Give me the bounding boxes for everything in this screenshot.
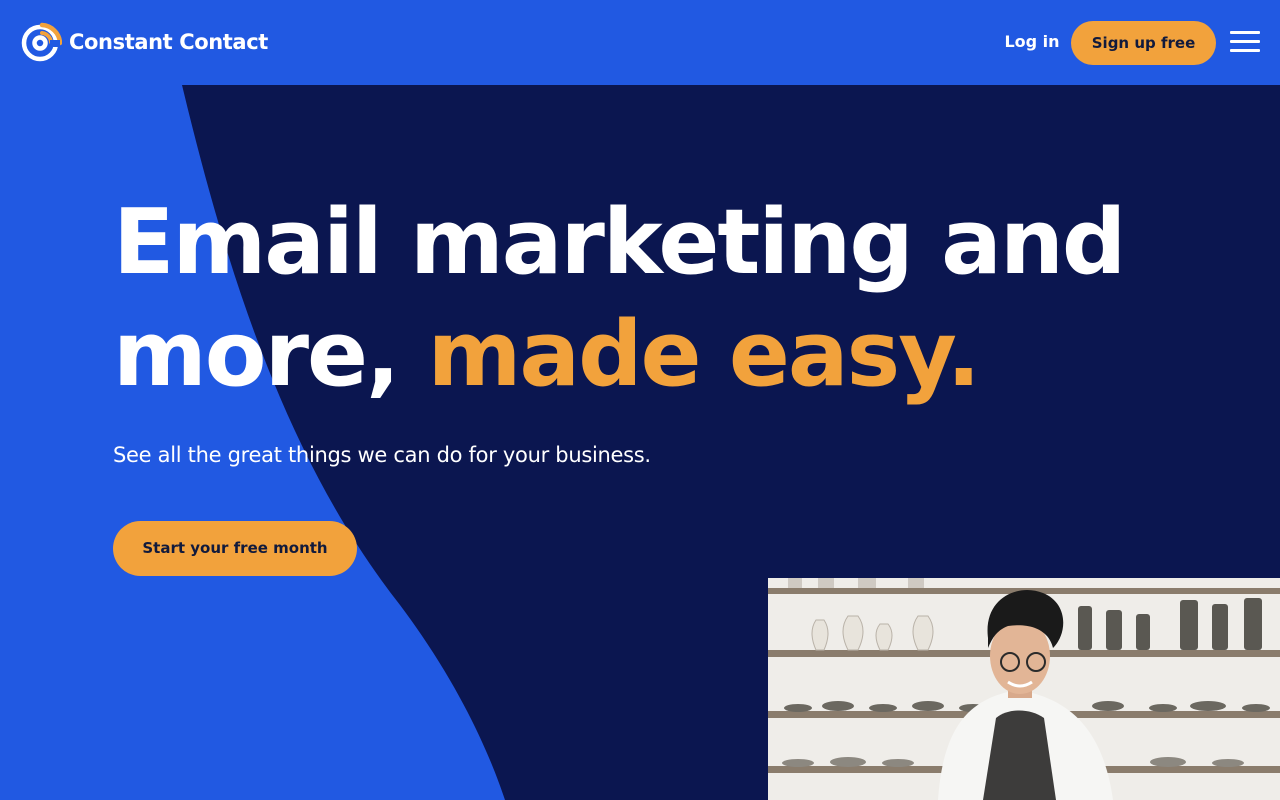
constant-contact-logo-icon (21, 22, 62, 62)
menu-bar (1230, 31, 1260, 34)
hero-photo (768, 578, 1280, 800)
brand-name: Constant Contact (69, 30, 268, 54)
headline-accent-text: made easy. (427, 302, 981, 407)
signup-free-button[interactable]: Sign up free (1071, 21, 1216, 65)
start-free-month-button[interactable]: Start your free month (113, 521, 357, 576)
hero-subheading: See all the great things we can do for y… (113, 443, 651, 467)
headline-line-1: Email marketing and (113, 190, 1126, 295)
site-header: Constant Contact Log in Sign up free (0, 0, 1280, 85)
pottery-studio-photo (768, 578, 1280, 800)
hero-section: Email marketing and more, made easy. See… (0, 85, 1280, 800)
headline-plain-text: more, (113, 302, 428, 407)
hero-headline: Email marketing and more, made easy. (113, 187, 1263, 411)
menu-bar (1230, 49, 1260, 52)
hamburger-menu-icon[interactable] (1230, 30, 1260, 54)
brand-logo[interactable]: Constant Contact (20, 21, 268, 63)
headline-line-2: more, made easy. (113, 299, 1263, 411)
login-link[interactable]: Log in (1000, 31, 1064, 53)
menu-bar (1230, 40, 1260, 43)
